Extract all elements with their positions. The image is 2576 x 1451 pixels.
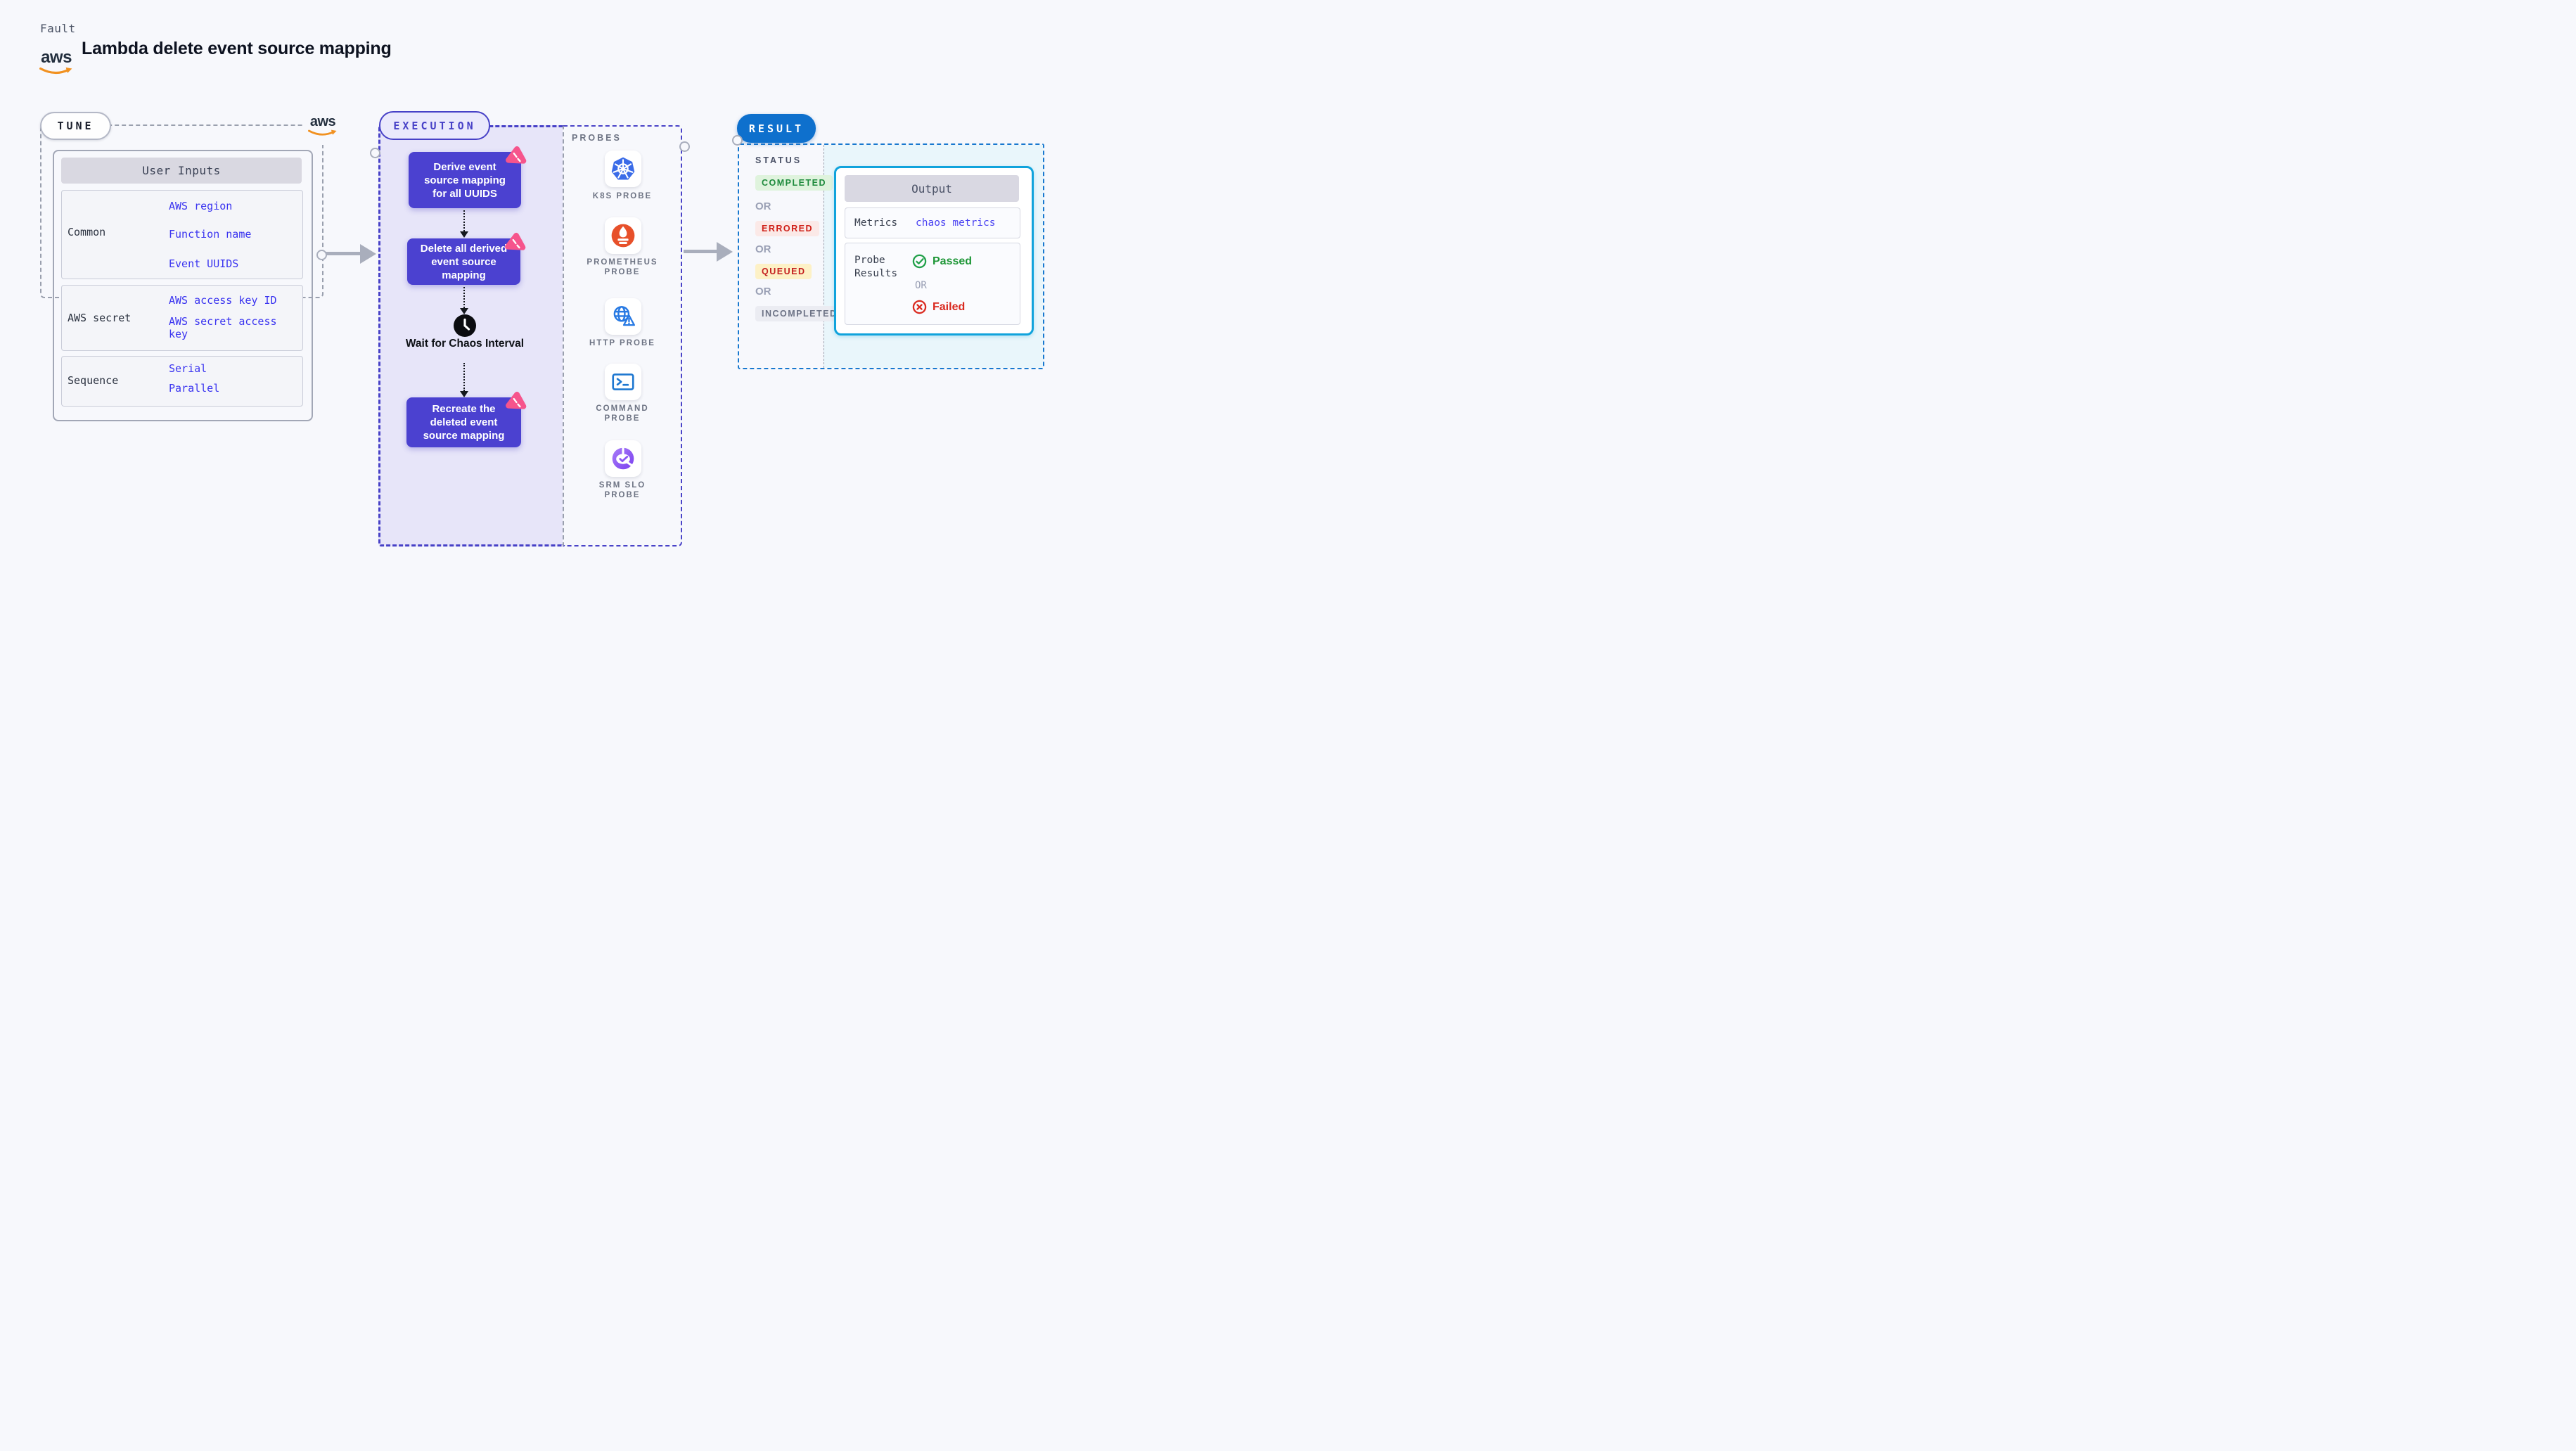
x-circle-icon (912, 300, 927, 314)
arrow-tune-to-execution (325, 252, 360, 255)
aws-smile-icon (39, 67, 72, 75)
probe-label-http: HTTP PROBE (589, 339, 655, 347)
probe-card-k8s (605, 151, 641, 187)
flow-arrowhead-icon (460, 231, 468, 238)
probe-label-k8s: K8S PROBE (592, 192, 653, 200)
step-delete-event-source-mapping: Delete all derived event source mapping (407, 232, 526, 285)
aws-logo-text: aws (41, 48, 72, 67)
clock-icon (454, 314, 476, 337)
status-label: STATUS (755, 155, 802, 165)
row-label: AWS secret (68, 312, 132, 324)
command-terminal-icon (612, 373, 634, 390)
check-circle-icon (912, 254, 927, 269)
or-separator: OR (755, 243, 771, 255)
status-badge-queued: QUEUED (755, 264, 812, 279)
link-aws-secret-access-key[interactable]: AWS secret access key (169, 315, 290, 340)
metrics-label: Metrics (854, 217, 898, 229)
output-box: Output Metrics chaos metrics Probe Resul… (834, 166, 1034, 335)
chaos-badge-icon (506, 391, 527, 409)
connector-port (732, 135, 743, 146)
connector-port (316, 250, 327, 260)
fault-diagram: Fault aws Lambda delete event source map… (0, 0, 1103, 621)
flow-arrowhead-icon (460, 391, 468, 397)
passed-result: Passed (912, 254, 972, 269)
or-separator: OR (755, 286, 771, 298)
output-header: Output (845, 175, 1019, 202)
connector-port (679, 141, 690, 152)
row-common: Common AWS region Function name Event UU… (61, 190, 303, 279)
tune-pill: TUNE (40, 112, 111, 140)
aws-smile-icon (308, 129, 337, 136)
status-badge-errored: ERRORED (755, 221, 820, 236)
link-function-name[interactable]: Function name (169, 228, 251, 241)
failed-result: Failed (912, 300, 965, 314)
status-badge-incompleted: INCOMPLETED (755, 306, 844, 321)
srm-slo-icon (612, 447, 634, 470)
step-derive-event-source-mapping: Derive event source mapping for all UUID… (409, 146, 527, 208)
link-serial[interactable]: Serial (169, 362, 207, 375)
page-title: Lambda delete event source mapping (82, 39, 392, 58)
link-event-uuids[interactable]: Event UUIDS (169, 257, 238, 270)
aws-logo-tune-corner: aws (305, 107, 341, 145)
probe-card-prometheus (605, 217, 641, 254)
row-aws-secret: AWS secret AWS access key ID AWS secret … (61, 285, 303, 351)
user-inputs-header: User Inputs (61, 158, 302, 184)
step-recreate-event-source-mapping: Recreate the deleted event source mappin… (406, 391, 527, 447)
row-label: Common (68, 226, 106, 238)
http-globe-icon (613, 306, 635, 326)
arrow-probes-to-result (684, 250, 717, 253)
result-pill: RESULT (737, 114, 816, 143)
or-separator: OR (915, 280, 927, 291)
aws-logo: aws (39, 49, 73, 77)
execution-pill: EXECUTION (379, 111, 490, 140)
metrics-row: Metrics chaos metrics (845, 207, 1020, 238)
chaos-badge-icon (506, 146, 527, 164)
user-inputs-panel: User Inputs Common AWS region Function n… (53, 150, 313, 421)
probe-card-command (605, 364, 641, 400)
failed-label: Failed (933, 300, 966, 313)
prometheus-icon (611, 224, 635, 248)
probe-label-command: COMMAND PROBE (596, 404, 649, 423)
kubernetes-icon (611, 157, 635, 180)
link-aws-region[interactable]: AWS region (169, 200, 232, 212)
passed-label: Passed (933, 255, 973, 267)
flow-connector (463, 363, 465, 391)
status-badge-completed: COMPLETED (755, 175, 833, 191)
step-wait-for-chaos-interval: Wait for Chaos Interval (405, 338, 525, 350)
or-separator: OR (755, 200, 771, 212)
flow-connector (463, 210, 465, 231)
probe-results-row: Probe Results Passed OR Failed (845, 243, 1020, 325)
fault-kicker: Fault (40, 22, 76, 35)
arrowhead-icon (717, 242, 733, 262)
probes-label: PROBES (572, 133, 622, 143)
probe-card-srm-slo (605, 440, 641, 477)
chaos-badge-icon (505, 232, 526, 250)
arrowhead-icon (360, 244, 376, 264)
link-parallel[interactable]: Parallel (169, 382, 219, 395)
connector-port (370, 148, 380, 158)
probe-card-http (605, 298, 641, 335)
link-aws-access-key-id[interactable]: AWS access key ID (169, 294, 277, 307)
flow-connector (463, 287, 465, 308)
probe-results-label: Probe Results (854, 255, 898, 279)
row-label: Sequence (68, 374, 119, 387)
probe-label-srm-slo: SRM SLO PROBE (598, 481, 646, 499)
probe-label-prometheus: PROMETHEUS PROBE (587, 258, 658, 276)
chaos-metrics-link[interactable]: chaos metrics (916, 208, 996, 238)
row-sequence: Sequence Serial Parallel (61, 356, 303, 407)
